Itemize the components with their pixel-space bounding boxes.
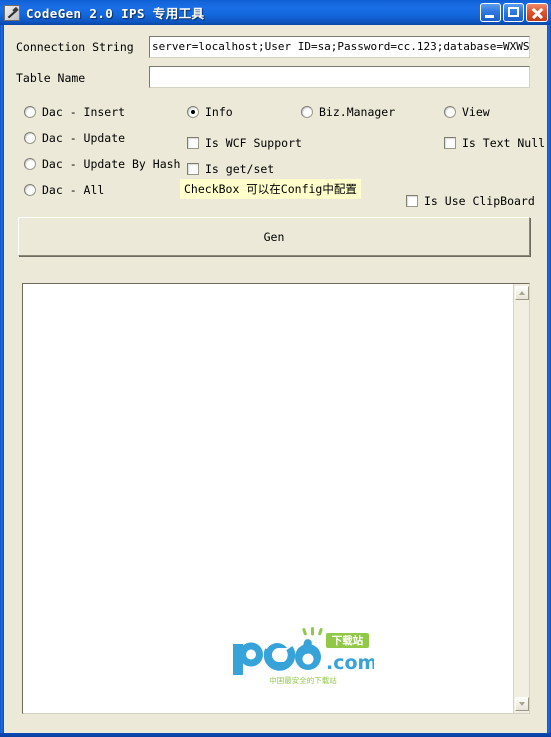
connection-string-label: Connection String — [16, 40, 134, 54]
table-name-label: Table Name — [16, 71, 86, 85]
config-hint-label: CheckBox 可以在Config中配置 — [180, 179, 361, 199]
close-button[interactable] — [526, 3, 548, 22]
radio-indicator — [444, 106, 456, 118]
connection-string-input[interactable]: server=localhost;User ID=sa;Password=cc.… — [149, 36, 530, 58]
radio-label: Dac - Insert — [42, 105, 126, 119]
radio-dac-update[interactable]: Dac - Update — [24, 131, 125, 145]
checkbox-indicator — [187, 163, 199, 175]
radio-view[interactable]: View — [444, 105, 490, 119]
checkbox-indicator — [406, 195, 418, 207]
svg-text:中国最安全的下载站: 中国最安全的下载站 — [269, 675, 337, 685]
radio-dac-all[interactable]: Dac - All — [24, 183, 104, 197]
radio-dac-insert[interactable]: Dac - Insert — [24, 105, 125, 119]
radio-indicator — [187, 106, 199, 118]
radio-indicator — [301, 106, 313, 118]
window-title: CodeGen 2.0 IPS 专用工具 — [26, 6, 205, 21]
client-area: Connection String server=localhost;User … — [4, 25, 547, 733]
window-border-bottom — [0, 733, 551, 737]
radio-biz-manager[interactable]: Biz.Manager — [301, 105, 395, 119]
checkbox-indicator — [187, 137, 199, 149]
radio-indicator — [24, 106, 36, 118]
pc6-watermark: 下载站 .com 中国最安全的下载站 — [233, 627, 374, 685]
scroll-down-button[interactable] — [515, 697, 529, 711]
radio-label: Biz.Manager — [319, 105, 396, 119]
checkbox-label: Is WCF Support — [205, 136, 302, 150]
minimize-button[interactable] — [480, 3, 501, 22]
output-text-area[interactable]: 下载站 .com 中国最安全的下载站 — [22, 283, 530, 714]
radio-label: Dac - All — [42, 183, 105, 197]
title-bar: CodeGen 2.0 IPS 专用工具 — [0, 0, 551, 25]
window-border-right — [547, 25, 551, 737]
radio-label: Dac - Update — [42, 131, 126, 145]
application-window: CodeGen 2.0 IPS 专用工具 Connection String s… — [0, 0, 551, 737]
scroll-down-arrow-icon — [519, 702, 525, 706]
scroll-up-button[interactable] — [515, 286, 529, 300]
svg-text:.com: .com — [326, 652, 374, 674]
radio-label: View — [462, 105, 490, 119]
radio-label: Dac - Update By Hash — [42, 157, 181, 171]
radio-info[interactable]: Info — [187, 105, 233, 119]
scroll-up-arrow-icon — [519, 291, 525, 295]
checkbox-indicator — [444, 137, 456, 149]
radio-dac-update-by-hash[interactable]: Dac - Update By Hash — [24, 157, 180, 171]
maximize-button[interactable] — [503, 3, 524, 22]
radio-indicator — [24, 184, 36, 196]
svg-text:下载站: 下载站 — [332, 634, 364, 647]
radio-indicator — [24, 132, 36, 144]
checkbox-label: Is Text Null — [462, 136, 546, 150]
window-controls — [480, 3, 548, 22]
gen-button[interactable]: Gen — [18, 217, 530, 256]
output-scrollbar[interactable] — [513, 284, 529, 713]
checkbox-label: Is get/set — [205, 162, 275, 176]
checkbox-is-text-null[interactable]: Is Text Null — [444, 136, 545, 150]
radio-label: Info — [205, 105, 233, 119]
checkbox-label: Is Use ClipBoard — [424, 194, 535, 208]
table-name-input[interactable] — [149, 66, 530, 88]
radio-indicator — [24, 158, 36, 170]
app-tool-icon — [4, 4, 20, 21]
checkbox-is-use-clipboard[interactable]: Is Use ClipBoard — [406, 194, 535, 208]
checkbox-is-get-set[interactable]: Is get/set — [187, 162, 274, 176]
checkbox-is-wcf-support[interactable]: Is WCF Support — [187, 136, 302, 150]
